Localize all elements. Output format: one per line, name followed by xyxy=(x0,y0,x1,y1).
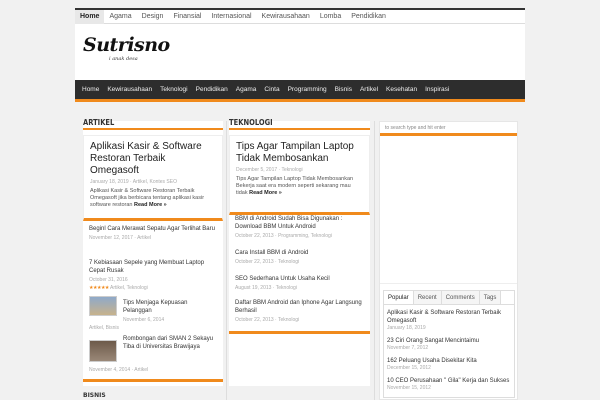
post-meta: November 4, 2014 · Artikel xyxy=(89,367,149,373)
nav-kewirausahaan[interactable]: Kewirausahaan xyxy=(103,80,156,99)
post-category: Artikel, Bisnis xyxy=(89,325,120,331)
post-meta: October 22, 2013 · Programming, Teknolog… xyxy=(235,233,332,239)
post-category: Artikel, Teknologi xyxy=(110,285,148,291)
teknologi-section: Teknologi Tips Agar Tampilan Laptop Tida… xyxy=(229,118,370,386)
post-meta: November 12, 2017 · Artikel xyxy=(89,235,151,241)
main-navigation: Home Kewirausahaan Teknologi Pendidikan … xyxy=(75,80,525,102)
list-item: Rombongan dari SMAN 2 Sekayu Tiba di Uni… xyxy=(83,335,223,351)
featured-post: Tips Agar Tampilan Laptop Tidak Membosan… xyxy=(229,135,370,215)
popular-item: 23 Ciri Orang Sangat Mencintaimu Novembe… xyxy=(387,337,512,351)
post-meta: October 22, 2013 · Teknologi xyxy=(235,259,300,265)
ad-placeholder xyxy=(380,144,517,284)
column-divider xyxy=(226,121,227,400)
post-title[interactable]: 7 Kebiasaan Sepele yang Membuat Laptop C… xyxy=(89,259,217,275)
post-title[interactable]: Rombongan dari SMAN 2 Sekayu Tiba di Uni… xyxy=(123,335,217,351)
artikel-section: Artikel Aplikasi Kasir & Software Restor… xyxy=(83,118,223,386)
nav-pendidikan[interactable]: Pendidikan xyxy=(192,80,232,99)
popular-item-date: November 7, 2012 xyxy=(387,345,429,351)
nav-home[interactable]: Home xyxy=(78,80,103,99)
section-heading: Artikel xyxy=(83,118,223,130)
tab-popular[interactable]: Popular xyxy=(384,291,414,304)
post-title[interactable]: Cara Install BBM di Android xyxy=(235,249,364,257)
post-meta: November 6, 2014 xyxy=(123,317,165,323)
list-item: BBM di Android Sudah Bisa Digunakan : Do… xyxy=(229,215,370,239)
popular-item-title[interactable]: 162 Peluang Usaha Disekitar Kita xyxy=(387,357,512,365)
post-title[interactable]: SEO Sederhana Untuk Usaha Kecil xyxy=(235,275,364,283)
list-item: SEO Sederhana Untuk Usaha Kecil August 1… xyxy=(229,275,370,291)
topnav-lomba[interactable]: Lomba xyxy=(315,10,346,24)
top-navigation: Home Agama Design Finansial Internasiona… xyxy=(75,8,525,24)
topnav-kewirausahaan[interactable]: Kewirausahaan xyxy=(257,10,315,24)
post-meta: December 5, 2017 · Teknologi xyxy=(236,167,303,173)
nav-bisnis[interactable]: Bisnis xyxy=(331,80,356,99)
post-title[interactable]: BBM di Android Sudah Bisa Digunakan : Do… xyxy=(235,215,364,231)
post-meta: January 18, 2019 · Artikel, Kontes SEO xyxy=(90,179,177,185)
popular-item: Aplikasi Kasir & Software Restoran Terba… xyxy=(387,309,512,331)
list-item: Beginl Cara Merawat Sepatu Agar Terlihat… xyxy=(83,225,223,241)
section-heading: Teknologi xyxy=(229,118,370,130)
read-more-link[interactable]: Read More » xyxy=(249,190,282,196)
list-item: Daftar BBM Android dan Iphone Agar Langs… xyxy=(229,299,370,323)
popular-item-title[interactable]: Aplikasi Kasir & Software Restoran Terba… xyxy=(387,309,512,325)
post-meta: August 19, 2013 · Teknologi xyxy=(235,285,297,291)
popular-item-date: November 15, 2012 xyxy=(387,385,431,391)
popular-item-title[interactable]: 23 Ciri Orang Sangat Mencintaimu xyxy=(387,337,512,345)
topnav-pendidikan[interactable]: Pendidikan xyxy=(346,10,391,24)
list-item: 7 Kebiasaan Sepele yang Membuat Laptop C… xyxy=(83,259,223,291)
rating-stars: ★★★★★ xyxy=(89,285,109,291)
post-excerpt: Aplikasi Kasir & Software Restoran Terba… xyxy=(90,188,205,208)
site-logo[interactable]: Sutrisno i anak desa xyxy=(83,34,170,62)
tab-tags[interactable]: Tags xyxy=(479,291,502,304)
logo-tagline: i anak desa xyxy=(109,56,138,62)
topnav-design[interactable]: Design xyxy=(137,10,169,24)
topnav-home[interactable]: Home xyxy=(75,9,105,24)
popular-item: 10 CEO Perusahaan " Gila" Kerja dan Suks… xyxy=(387,377,512,391)
bisnis-heading: Bisnis xyxy=(83,392,106,399)
post-meta: October 22, 2013 · Teknologi xyxy=(235,317,300,323)
topnav-agama[interactable]: Agama xyxy=(104,10,136,24)
nav-inspirasi[interactable]: Inspirasi xyxy=(421,80,453,99)
sidebar-tabs-widget: Popular Recent Comments Tags Aplikasi Ka… xyxy=(383,290,515,398)
topnav-finansial[interactable]: Finansial xyxy=(168,10,206,24)
popular-item-date: December 15, 2012 xyxy=(387,365,431,371)
nav-artikel[interactable]: Artikel xyxy=(356,80,382,99)
search-input[interactable]: to search type and hit enter xyxy=(380,122,517,136)
site-header: Sutrisno i anak desa xyxy=(75,24,525,80)
post-title[interactable]: Tips Menjaga Kepuasan Pelanggan xyxy=(123,299,217,315)
popular-item-title[interactable]: 10 CEO Perusahaan " Gila" Kerja dan Suks… xyxy=(387,377,512,385)
tab-comments[interactable]: Comments xyxy=(441,291,480,304)
featured-post-title[interactable]: Aplikasi Kasir & Software Restoran Terba… xyxy=(90,141,216,177)
post-excerpt: Tips Agar Tampilan Laptop Tidak Membosan… xyxy=(236,176,354,196)
tab-recent[interactable]: Recent xyxy=(413,291,442,304)
tab-bar: Popular Recent Comments Tags xyxy=(384,291,514,305)
popular-item-date: January 18, 2019 xyxy=(387,325,426,331)
popular-item: 162 Peluang Usaha Disekitar Kita Decembe… xyxy=(387,357,512,371)
sidebar: to search type and hit enter Popular Rec… xyxy=(379,121,518,400)
post-title[interactable]: Daftar BBM Android dan Iphone Agar Langs… xyxy=(235,299,364,315)
column-divider xyxy=(374,121,375,400)
post-meta: October 31, 2016 xyxy=(89,277,128,283)
list-item: Tips Menjaga Kepuasan Pelanggan November… xyxy=(83,299,223,323)
list-item: Cara Install BBM di Android October 22, … xyxy=(229,249,370,265)
nav-cinta[interactable]: Cinta xyxy=(260,80,283,99)
post-title[interactable]: Beginl Cara Merawat Sepatu Agar Terlihat… xyxy=(89,225,217,233)
logo-name: Sutrisno xyxy=(83,34,170,56)
featured-post: Aplikasi Kasir & Software Restoran Terba… xyxy=(83,135,223,221)
nav-kesehatan[interactable]: Kesehatan xyxy=(382,80,421,99)
nav-teknologi[interactable]: Teknologi xyxy=(156,80,191,99)
section-bottom-rule xyxy=(83,379,223,382)
topnav-internasional[interactable]: Internasional xyxy=(206,10,256,24)
read-more-link[interactable]: Read More » xyxy=(134,202,167,208)
nav-agama[interactable]: Agama xyxy=(232,80,261,99)
featured-post-title[interactable]: Tips Agar Tampilan Laptop Tidak Membosan… xyxy=(236,141,363,165)
section-bottom-rule xyxy=(229,331,370,334)
nav-programming[interactable]: Programming xyxy=(284,80,331,99)
